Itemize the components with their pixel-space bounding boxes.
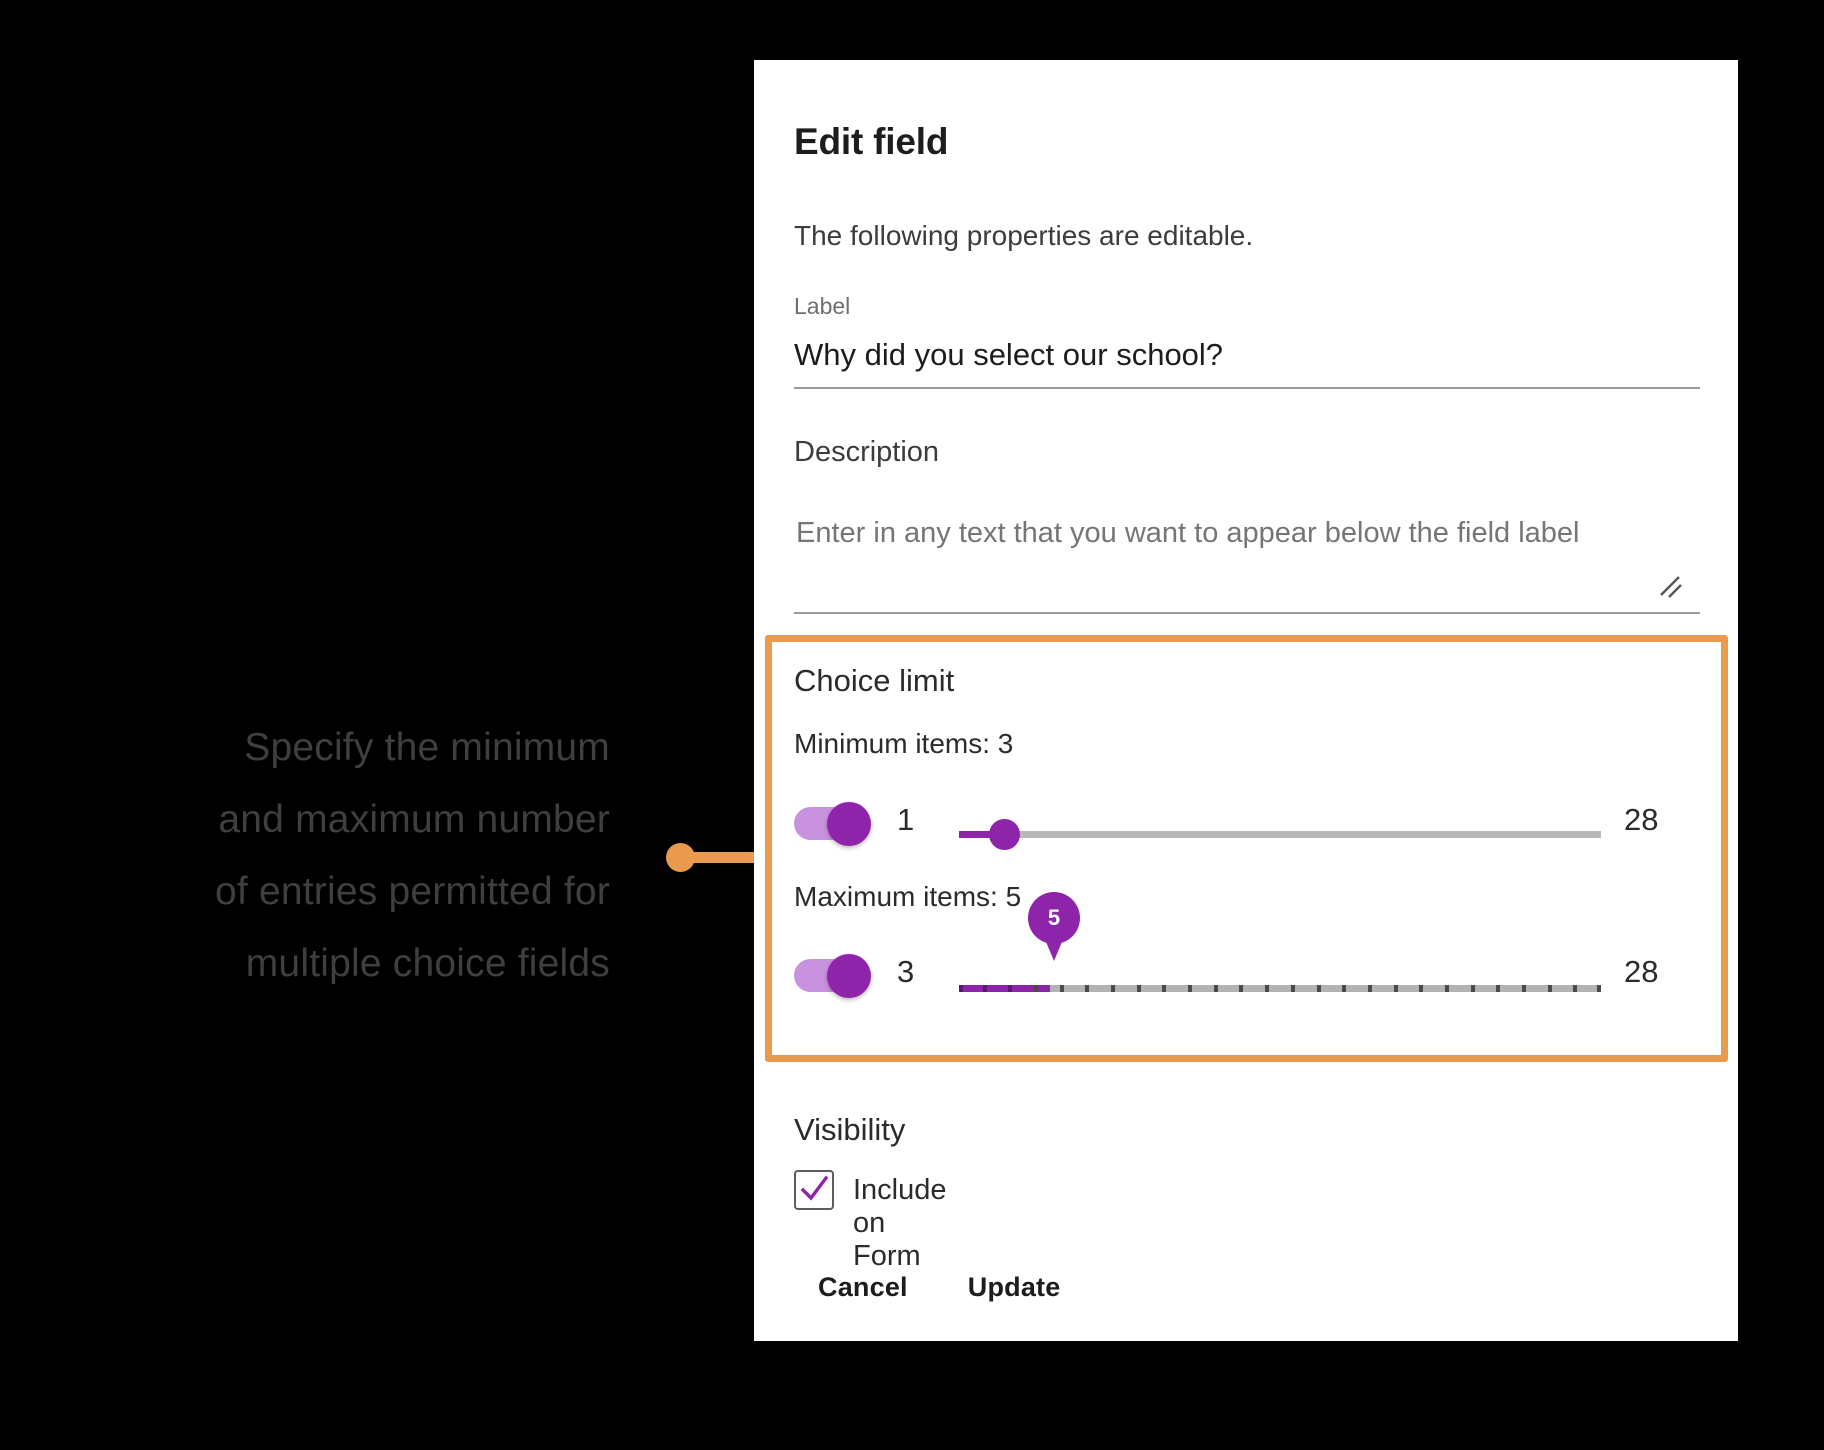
slider-tick bbox=[1521, 985, 1526, 992]
maximum-items-slider[interactable]: 5 bbox=[959, 892, 1601, 1008]
slider-value-pin: 5 bbox=[1028, 892, 1080, 962]
dialog-body: Edit field The following properties are … bbox=[754, 60, 1738, 1341]
slider-tick bbox=[1162, 985, 1167, 992]
slider-tick bbox=[1085, 985, 1090, 992]
minimum-slider-low-label: 1 bbox=[897, 802, 915, 837]
slider-tick bbox=[1290, 985, 1295, 992]
annotation-text: Specify the minimum and maximum number o… bbox=[215, 726, 610, 985]
slider-tick bbox=[1239, 985, 1244, 992]
update-button[interactable]: Update bbox=[944, 1260, 1085, 1315]
label-field-caption: Label bbox=[794, 293, 851, 319]
label-input[interactable] bbox=[794, 337, 1694, 373]
toggle-thumb bbox=[827, 954, 871, 998]
slider-tick bbox=[1316, 985, 1321, 992]
maximum-slider-high-label: 28 bbox=[1624, 954, 1659, 989]
edit-field-dialog: Edit field The following properties are … bbox=[754, 60, 1738, 1341]
slider-tick bbox=[1136, 985, 1141, 992]
slider-tick bbox=[1597, 985, 1601, 992]
slider-tick bbox=[1419, 985, 1424, 992]
slider-tick bbox=[1111, 985, 1116, 992]
toggle-thumb bbox=[827, 802, 871, 846]
slider-tick bbox=[1342, 985, 1347, 992]
slider-tick bbox=[1213, 985, 1218, 992]
slider-tick bbox=[1034, 985, 1039, 992]
dialog-subtitle: The following properties are editable. bbox=[794, 220, 1254, 251]
screenshot-stage: Specify the minimum and maximum number o… bbox=[0, 0, 1824, 1450]
description-field-caption: Description bbox=[794, 436, 940, 468]
minimum-items-caption: Minimum items: 3 bbox=[794, 728, 1014, 759]
maximum-items-toggle[interactable] bbox=[794, 954, 872, 998]
slider-tick bbox=[1188, 985, 1193, 992]
maximum-slider-low-label: 3 bbox=[897, 954, 915, 989]
slider-ticks bbox=[959, 985, 1601, 992]
include-on-form-label: Include on Form bbox=[853, 1174, 947, 1272]
slider-tick bbox=[1547, 985, 1552, 992]
slider-tick bbox=[1008, 985, 1013, 992]
resize-handle-icon[interactable] bbox=[1657, 573, 1687, 603]
slider-tick bbox=[959, 985, 963, 992]
minimum-slider-high-label: 28 bbox=[1624, 802, 1659, 837]
choice-limit-heading: Choice limit bbox=[794, 663, 955, 698]
page-title: Edit field bbox=[794, 121, 949, 162]
slider-tick bbox=[982, 985, 987, 992]
slider-tick bbox=[1444, 985, 1449, 992]
slider-tick bbox=[1265, 985, 1270, 992]
description-textarea[interactable] bbox=[794, 515, 1700, 555]
visibility-heading: Visibility bbox=[794, 1112, 906, 1147]
slider-rail bbox=[959, 831, 1601, 838]
maximum-items-caption: Maximum items: 5 bbox=[794, 881, 1022, 912]
dialog-actions: Cancel Update bbox=[794, 1260, 1084, 1315]
slider-tick bbox=[1496, 985, 1501, 992]
slider-tick bbox=[1573, 985, 1578, 992]
slider-tick bbox=[1470, 985, 1475, 992]
slider-tick bbox=[1367, 985, 1372, 992]
label-input-underline bbox=[794, 387, 1700, 389]
include-on-form-checkbox[interactable] bbox=[794, 1170, 834, 1210]
cancel-button[interactable]: Cancel bbox=[794, 1260, 932, 1315]
description-underline bbox=[794, 612, 1700, 614]
minimum-items-slider[interactable] bbox=[959, 815, 1601, 855]
pin-value-label: 5 bbox=[1047, 905, 1061, 930]
slider-tick bbox=[1393, 985, 1398, 992]
slider-knob[interactable] bbox=[989, 819, 1020, 850]
minimum-items-toggle[interactable] bbox=[794, 802, 872, 846]
slider-tick bbox=[1059, 985, 1064, 992]
